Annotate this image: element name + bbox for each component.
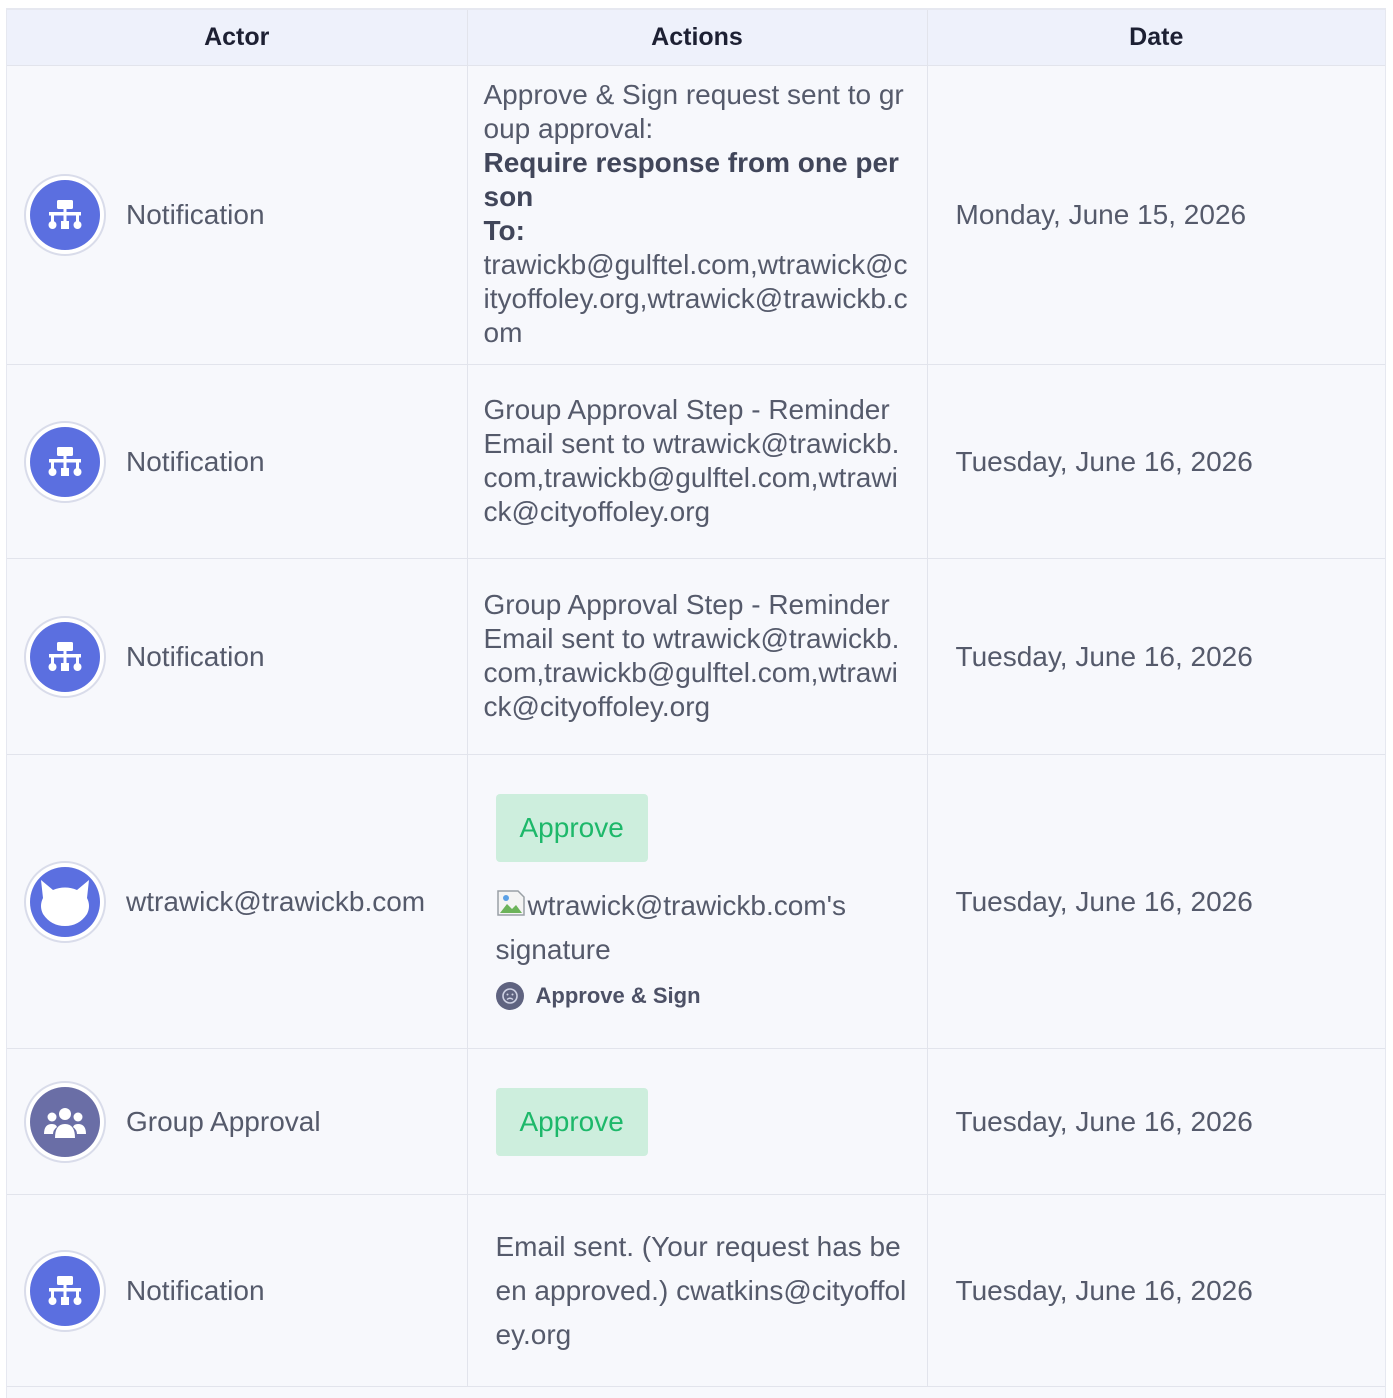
hierarchy-icon (48, 200, 82, 229)
table-row: Notification Group Approval Step - Remin… (7, 364, 1385, 559)
action-cell: Approve wtrawick@trawickb.com's signatur… (467, 754, 928, 1049)
action-cell: Email sent. (Your request has been appro… (467, 1194, 928, 1387)
table-row: Group Approval Approve Tuesday, June 16,… (7, 1048, 1385, 1195)
history-table-container: Actor Actions Date Notification Approve … (6, 8, 1386, 1398)
date-cell: Tuesday, June 16, 2026 (927, 754, 1385, 1049)
sad-face-icon (495, 981, 524, 1010)
approve-status-badge[interactable]: Approve (495, 793, 648, 862)
actor-cell: wtrawick@trawickb.com (7, 754, 468, 1049)
action-description: Group Approval Step - Reminder Email sen… (483, 393, 900, 527)
actor-name: Notification (126, 199, 265, 230)
action-description: Group Approval Step - Reminder Email sen… (483, 588, 900, 722)
approve-sign-method: Approve & Sign (495, 981, 907, 1010)
hierarchy-icon (48, 446, 82, 476)
event-date: Tuesday, June 16, 2026 (955, 445, 1253, 477)
event-date: Tuesday, June 16, 2026 (955, 885, 1253, 917)
column-header-actions[interactable]: Actions (467, 10, 928, 66)
date-cell: Tuesday, June 16, 2026 (927, 1194, 1385, 1387)
action-description: Approve & Sign request sent to group app… (483, 79, 908, 348)
action-cell: Approve (467, 1048, 928, 1195)
actor-cell: Notification (7, 558, 468, 755)
action-cell: Group Approval Step - Reminder Email sen… (467, 558, 928, 755)
avatar (24, 1080, 106, 1163)
avatar (24, 1249, 106, 1332)
event-date: Monday, June 15, 2026 (955, 199, 1247, 230)
avatar (24, 420, 106, 503)
event-date: Tuesday, June 16, 2026 (955, 1274, 1253, 1306)
action-cell: Group Approval Step - Reminder Email sen… (467, 364, 928, 559)
date-cell: Tuesday, June 16, 2026 (927, 558, 1385, 755)
hierarchy-icon (48, 641, 82, 671)
actor-name: Notification (126, 445, 265, 477)
broken-image-icon (496, 889, 525, 916)
avatar (24, 615, 106, 698)
approval-rule: Require response from one person (483, 147, 899, 212)
signature-image: wtrawick@trawickb.com's signature (495, 889, 846, 965)
event-date: Tuesday, June 16, 2026 (955, 1105, 1253, 1137)
history-table: Actor Actions Date Notification Approve … (7, 10, 1385, 1387)
actor-name: wtrawick@trawickb.com (126, 885, 426, 917)
hierarchy-icon (48, 1275, 82, 1305)
column-header-date[interactable]: Date (927, 10, 1385, 66)
actor-name: Notification (126, 1274, 265, 1306)
actor-cell: Group Approval (7, 1048, 468, 1195)
recipients-list: trawickb@gulftel.com,wtrawick@cityoffole… (483, 249, 908, 348)
column-header-actor[interactable]: Actor (7, 10, 468, 66)
approve-status-badge[interactable]: Approve (495, 1087, 648, 1156)
actor-cell: Notification (7, 364, 468, 559)
actor-cell: Notification (7, 65, 468, 365)
actor-name: Group Approval (126, 1105, 321, 1137)
table-header-row: Actor Actions Date (7, 10, 1385, 66)
avatar (24, 174, 106, 256)
actor-cell: Notification (7, 1194, 468, 1387)
date-cell: Monday, June 15, 2026 (927, 65, 1385, 365)
action-cell: Approve & Sign request sent to group app… (467, 65, 928, 365)
group-icon (44, 1107, 86, 1138)
table-row: Notification Email sent. (Your request h… (7, 1194, 1385, 1387)
table-row: Notification Approve & Sign request sent… (7, 65, 1385, 365)
event-date: Tuesday, June 16, 2026 (955, 640, 1253, 672)
cat-avatar-icon (41, 879, 89, 926)
date-cell: Tuesday, June 16, 2026 (927, 364, 1385, 559)
avatar (24, 860, 106, 943)
recipients-label: To: (483, 215, 525, 246)
actor-name: Notification (126, 640, 265, 672)
table-row: wtrawick@trawickb.com Approve wtrawick@t… (7, 754, 1385, 1049)
date-cell: Tuesday, June 16, 2026 (927, 1048, 1385, 1195)
table-row: Notification Group Approval Step - Remin… (7, 558, 1385, 755)
action-description: Email sent. (Your request has been appro… (495, 1230, 907, 1350)
